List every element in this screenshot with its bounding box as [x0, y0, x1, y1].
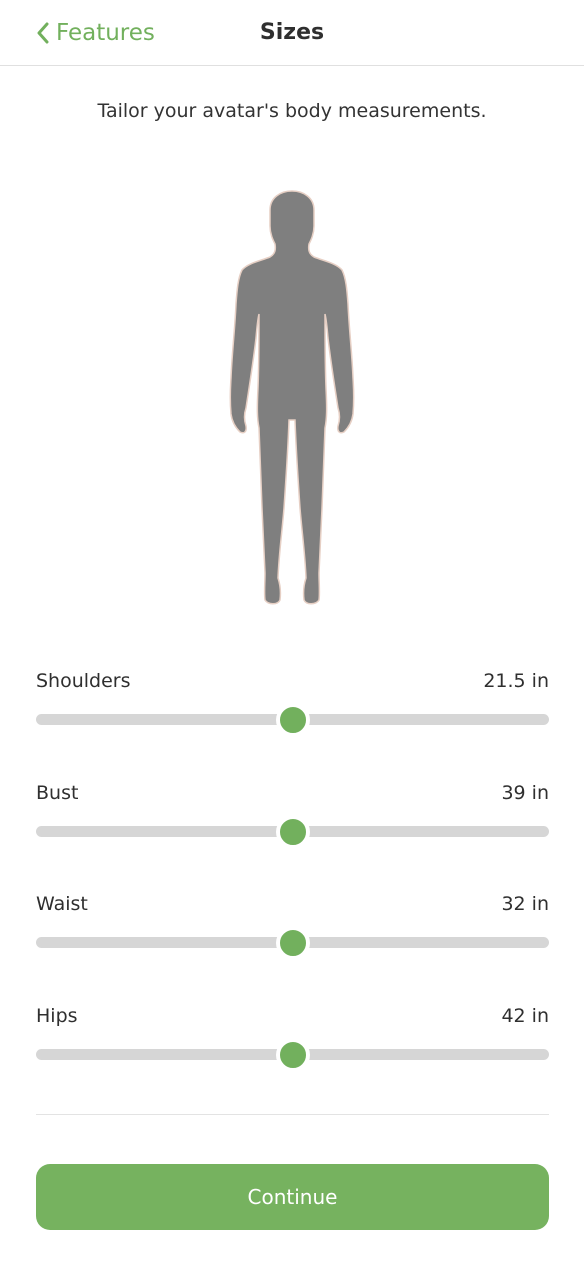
- header-bar: Features Sizes: [0, 0, 584, 66]
- slider-label: Hips: [36, 1005, 78, 1027]
- back-button-label: Features: [56, 20, 155, 46]
- avatar-body-shape: [229, 190, 355, 605]
- page-subtitle: Tailor your avatar's body measurements.: [97, 100, 487, 122]
- slider-thumb[interactable]: [276, 1039, 309, 1071]
- slider-label: Bust: [36, 782, 79, 804]
- divider: [36, 1114, 549, 1115]
- chevron-left-icon: [36, 22, 50, 44]
- slider-bust: Bust 39 in: [36, 782, 549, 862]
- slider-hips: Hips 42 in: [36, 1005, 549, 1085]
- back-button[interactable]: Features: [36, 16, 155, 50]
- slider-shoulders: Shoulders 21.5 in: [36, 670, 549, 750]
- slider-label: Waist: [36, 893, 88, 915]
- slider-value: 42 in: [501, 1005, 549, 1027]
- slider-thumb[interactable]: [276, 704, 309, 736]
- continue-button[interactable]: Continue: [36, 1164, 549, 1230]
- slider-value: 39 in: [501, 782, 549, 804]
- slider-thumb[interactable]: [276, 927, 309, 959]
- slider-value: 21.5 in: [483, 670, 549, 692]
- avatar-silhouette: [222, 188, 362, 608]
- slider-label: Shoulders: [36, 670, 131, 692]
- slider-value: 32 in: [501, 893, 549, 915]
- slider-waist: Waist 32 in: [36, 893, 549, 973]
- slider-thumb[interactable]: [276, 816, 309, 848]
